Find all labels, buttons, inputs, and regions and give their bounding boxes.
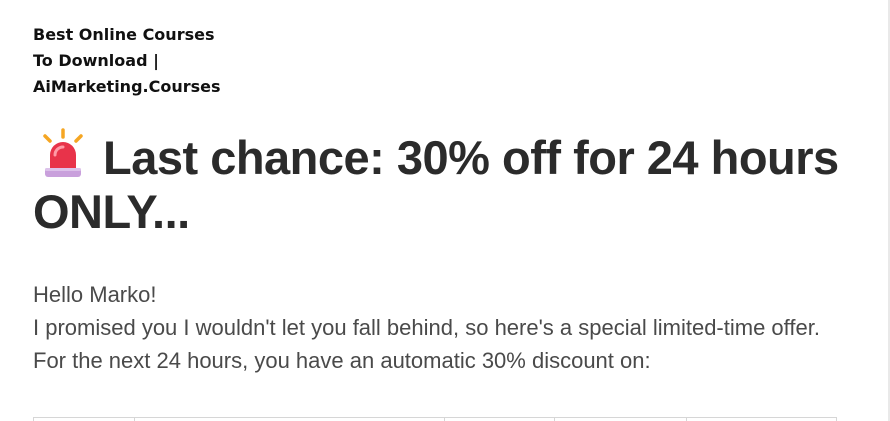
email-page: Best Online Courses To Download | AiMark… <box>0 0 890 421</box>
email-headline: Last chance: 30% off for 24 hours ONLY..… <box>33 128 853 239</box>
siren-icon <box>43 128 83 177</box>
brand-line-1: Best Online Courses <box>33 25 215 44</box>
brand-line-3: AiMarketing.Courses <box>33 77 221 96</box>
discount-paragraph: For the next 24 hours, you have an autom… <box>33 348 651 373</box>
greeting-text: Hello Marko! <box>33 282 157 307</box>
brand-title[interactable]: Best Online Courses To Download | AiMark… <box>33 22 243 100</box>
course-table-top <box>33 417 837 421</box>
headline-text: Last chance: 30% off for 24 hours ONLY..… <box>33 131 839 238</box>
brand-line-2: To Download | <box>33 51 159 70</box>
offer-paragraph: I promised you I wouldn't let you fall b… <box>33 315 820 340</box>
email-body: Hello Marko! I promised you I wouldn't l… <box>33 278 863 377</box>
